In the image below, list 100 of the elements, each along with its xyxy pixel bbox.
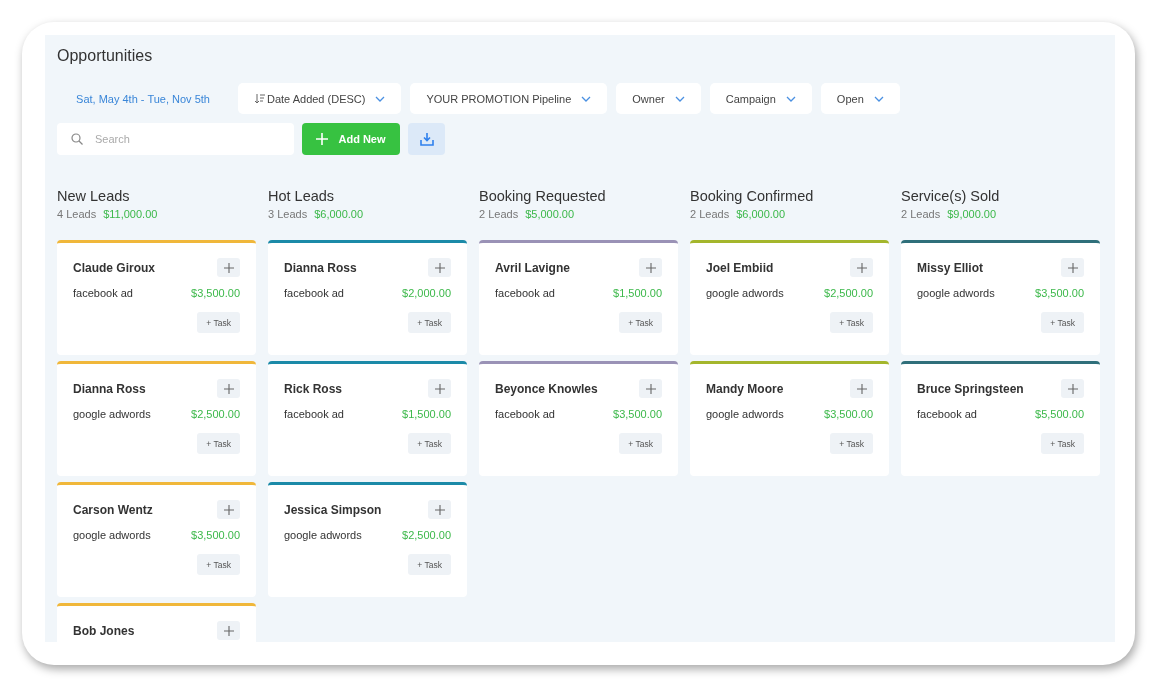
lead-name: Missy Elliot [917,260,984,275]
add-button[interactable] [850,258,873,277]
lead-card[interactable]: Missy Elliot google adwords $3,500.00 + Task [901,240,1100,355]
date-range-link[interactable]: Sat, May 4th - Tue, Nov 5th [57,92,229,105]
lead-count: 2 Leads [479,208,519,220]
add-task-button[interactable]: + Task [197,312,240,333]
add-button[interactable] [428,379,451,398]
column-title: Service(s) Sold [901,188,1001,204]
add-task-button[interactable]: + Task [197,433,240,454]
lead-name: Carson Wentz [73,502,153,517]
lead-card[interactable]: Bob Jones [57,603,256,642]
lead-card[interactable]: Bruce Springsteen facebook ad $5,500.00 + Task [901,361,1100,476]
add-button[interactable] [217,500,240,519]
page-title: Opportunities [57,47,154,65]
lead-amount: $1,500.00 [402,408,451,420]
lead-card[interactable]: Mandy Moore google adwords $3,500.00 + Task [690,361,889,476]
column-total: $5,000.00 [525,208,575,220]
lead-source: google adwords [706,287,784,299]
lead-name: Claude Giroux [73,260,155,275]
lead-source: facebook ad [917,408,977,420]
lead-amount: $3,500.00 [191,287,240,299]
lead-name: Beyonce Knowles [495,381,598,396]
filter-dropdown[interactable]: YOUR PROMOTION Pipeline [410,83,608,114]
lead-amount: $1,500.00 [613,287,662,299]
download-icon [419,132,434,146]
search-field[interactable]: Search [57,123,294,155]
add-task-button[interactable]: + Task [619,312,662,333]
lead-name: Jessica Simpson [284,502,382,517]
lead-card[interactable]: Rick Ross facebook ad $1,500.00 + Task [268,361,467,476]
add-button[interactable] [1061,379,1084,398]
column-title: Booking Requested [479,188,607,204]
filter-dropdown[interactable]: Campaign [709,83,812,114]
column-total: $6,000.00 [736,208,786,220]
lead-amount: $3,500.00 [824,408,873,420]
download-button[interactable] [408,123,445,155]
chevron-down-icon [581,95,592,102]
filter-dropdown[interactable]: Open [820,83,900,114]
add-task-button[interactable]: + Task [408,554,451,575]
add-task-button[interactable]: + Task [408,312,451,333]
chevron-down-icon [785,95,796,102]
plus-icon [434,383,445,394]
add-task-button[interactable]: + Task [830,433,873,454]
lead-card[interactable]: Beyonce Knowles facebook ad $3,500.00 + Task [479,361,678,476]
lead-source: google adwords [73,529,151,541]
plus-icon [1067,262,1078,273]
filter-dropdown[interactable]: Owner [616,83,701,114]
lead-amount: $2,000.00 [402,287,451,299]
lead-card[interactable]: Carson Wentz google adwords $3,500.00 + Task [57,482,256,597]
lead-source: google adwords [917,287,995,299]
chevron-down-icon [674,95,685,102]
column-title: New Leads [57,188,131,204]
add-button[interactable] [217,258,240,277]
filter-dropdown[interactable]: Date Added (DESC) [238,83,402,114]
plus-icon [434,262,445,273]
plus-icon [434,504,445,515]
sort-icon [254,93,265,104]
lead-name: Rick Ross [284,381,343,396]
lead-name: Avril Lavigne [495,260,570,275]
plus-icon [645,262,656,273]
chevron-down-icon [873,95,884,102]
plus-icon [1067,383,1078,394]
add-button[interactable] [1061,258,1084,277]
lead-card[interactable]: Avril Lavigne facebook ad $1,500.00 + Task [479,240,678,355]
lead-card[interactable]: Jessica Simpson google adwords $2,500.00 + Task [268,482,467,597]
plus-icon [645,383,656,394]
add-button[interactable] [850,379,873,398]
lead-amount: $2,500.00 [824,287,873,299]
lead-source: google adwords [73,408,151,420]
add-task-button[interactable]: + Task [1041,433,1084,454]
plus-icon [223,262,234,273]
search-icon [71,133,83,145]
add-button[interactable] [639,258,662,277]
lead-source: google adwords [706,408,784,420]
lead-card[interactable]: Joel Embiid google adwords $2,500.00 + Task [690,240,889,355]
chevron-down-icon [375,95,386,102]
plus-icon [223,625,234,636]
add-button[interactable] [428,500,451,519]
lead-name: Joel Embiid [706,260,774,275]
add-button[interactable] [639,379,662,398]
lead-card[interactable]: Dianna Ross google adwords $2,500.00 + Task [57,361,256,476]
plus-icon [223,504,234,515]
plus-icon [223,383,234,394]
plus-icon [856,383,867,394]
add-button[interactable] [217,379,240,398]
lead-amount: $2,500.00 [191,408,240,420]
add-button[interactable] [428,258,451,277]
lead-card[interactable]: Claude Giroux facebook ad $3,500.00 + Task [57,240,256,355]
lead-name: Dianna Ross [284,260,357,275]
lead-card[interactable]: Dianna Ross facebook ad $2,000.00 + Task [268,240,467,355]
plus-icon [856,262,867,273]
add-task-button[interactable]: + Task [830,312,873,333]
add-task-button[interactable]: + Task [197,554,240,575]
add-button[interactable] [217,621,240,640]
lead-count: 3 Leads [268,208,308,220]
column-title: Booking Confirmed [690,188,815,204]
add-task-button[interactable]: + Task [619,433,662,454]
lead-amount: $3,500.00 [613,408,662,420]
add-task-button[interactable]: + Task [408,433,451,454]
lead-source: facebook ad [73,287,133,299]
add-task-button[interactable]: + Task [1041,312,1084,333]
